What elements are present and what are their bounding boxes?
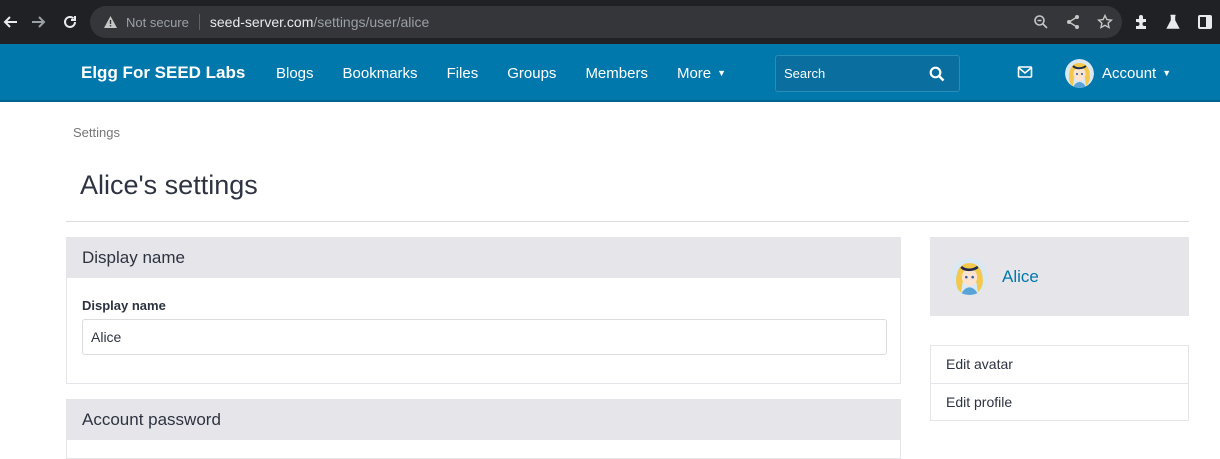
- url-path: /settings/user/alice: [313, 14, 430, 30]
- sidebar-icon[interactable]: [1196, 13, 1214, 31]
- back-arrow-icon: [3, 16, 17, 28]
- site-header: Elgg For SEED Labs Blogs Bookmarks Files…: [0, 44, 1220, 102]
- module-heading: Display name: [67, 238, 900, 278]
- owner-block: Alice: [930, 237, 1189, 316]
- display-name-module: Display name Display name: [66, 237, 901, 384]
- site-brand[interactable]: Elgg For SEED Labs: [81, 44, 245, 102]
- breadcrumb[interactable]: Settings: [73, 125, 120, 140]
- extensions-icon[interactable]: [1132, 13, 1150, 31]
- forward-arrow-icon: [32, 16, 46, 28]
- display-name-field[interactable]: [82, 319, 887, 355]
- avatar[interactable]: [951, 258, 988, 295]
- url-text: seed-server.com/settings/user/alice: [210, 14, 429, 30]
- address-separator: [198, 14, 200, 30]
- zoom-icon[interactable]: [1032, 13, 1050, 31]
- module-heading: Account password: [67, 400, 900, 440]
- mail-icon[interactable]: [1017, 65, 1033, 79]
- menu-item-members[interactable]: Members: [585, 65, 648, 82]
- menu-item-files[interactable]: Files: [447, 65, 479, 82]
- star-icon[interactable]: [1096, 13, 1114, 31]
- reload-icon: [64, 15, 76, 28]
- edit-avatar-link[interactable]: Edit avatar: [931, 346, 1188, 383]
- address-bar[interactable]: Not secure seed-server.com/settings/user…: [90, 6, 1122, 38]
- menu-item-more[interactable]: More ▼: [677, 65, 726, 82]
- search-icon[interactable]: [929, 66, 945, 82]
- extension-icons: [1132, 0, 1214, 44]
- avatar: [1065, 58, 1094, 88]
- account-label: Account: [1102, 64, 1157, 82]
- share-icon[interactable]: [1064, 13, 1082, 31]
- account-password-module: Account password: [66, 399, 901, 459]
- menu-item-groups[interactable]: Groups: [507, 65, 556, 82]
- menu-item-blogs[interactable]: Blogs: [276, 65, 314, 82]
- site-menu: Blogs Bookmarks Files Groups Members Mor…: [276, 44, 755, 102]
- security-label: Not secure: [126, 14, 189, 30]
- address-actions: [1032, 6, 1114, 38]
- chevron-down-icon: ▼: [717, 68, 727, 78]
- title-divider: [66, 221, 1189, 222]
- chevron-down-icon: ▼: [1162, 68, 1172, 78]
- display-name-label: Display name: [82, 298, 166, 313]
- account-menu[interactable]: Account ▼: [1065, 58, 1171, 88]
- owner-menu: Edit avatar Edit profile: [930, 345, 1189, 421]
- lab-icon[interactable]: [1164, 13, 1182, 31]
- forward-button[interactable]: [22, 0, 54, 44]
- warning-icon: [102, 14, 118, 30]
- menu-item-more-label: More: [676, 64, 712, 82]
- browser-toolbar: Not secure seed-server.com/settings/user…: [0, 0, 1220, 44]
- edit-profile-link[interactable]: Edit profile: [931, 383, 1188, 420]
- search-form: [775, 55, 960, 92]
- module-body: Display name: [67, 278, 900, 355]
- reload-button[interactable]: [54, 0, 86, 44]
- url-host: seed-server.com: [209, 14, 314, 30]
- back-button[interactable]: [0, 0, 22, 44]
- page-title: Alice's settings: [80, 170, 258, 200]
- owner-name-link[interactable]: Alice: [1002, 267, 1039, 287]
- menu-item-bookmarks[interactable]: Bookmarks: [343, 65, 418, 82]
- search-input[interactable]: [784, 66, 924, 81]
